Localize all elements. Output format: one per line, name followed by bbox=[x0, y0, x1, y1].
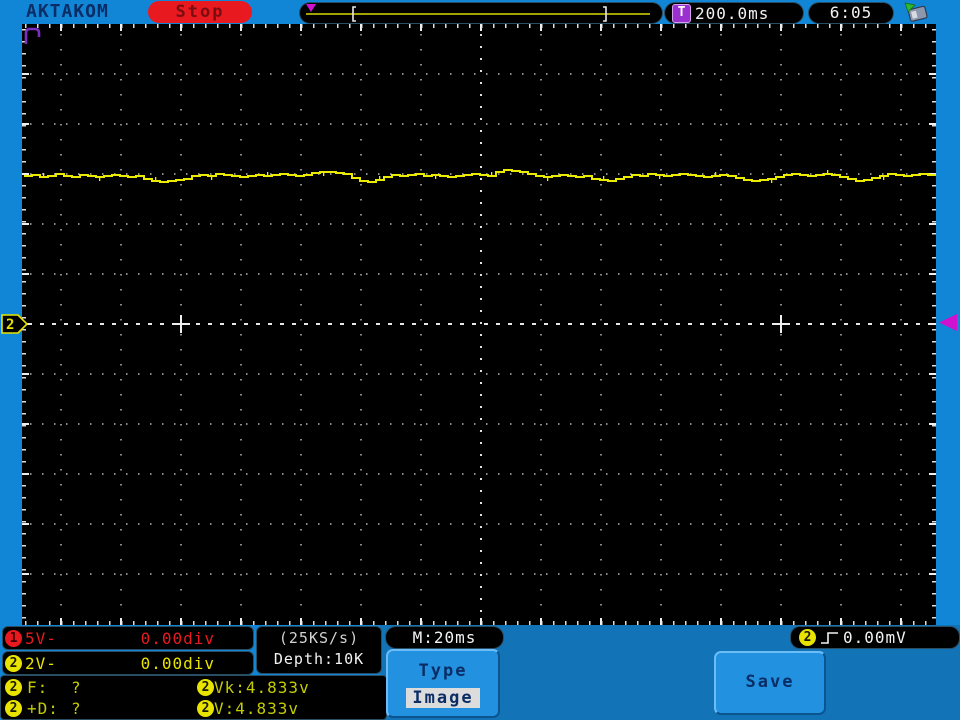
measurement-channel-badge: 2 bbox=[197, 678, 214, 696]
record-depth: Depth:10K bbox=[273, 650, 365, 668]
measurement-row: 2 +D: ? 2 V:4.833v bbox=[1, 698, 386, 718]
channel2-position-marker: 2 bbox=[1, 314, 29, 334]
channel1-badge: 1 bbox=[5, 629, 22, 647]
type-softkey-button[interactable]: Type Image bbox=[386, 649, 500, 718]
measurement-vk: Vk:4.833v bbox=[214, 677, 310, 697]
measurement-label-f: F: bbox=[27, 677, 49, 697]
type-softkey-label: Type bbox=[418, 661, 468, 681]
brand-logo: AKTAKOM bbox=[26, 1, 109, 22]
save-softkey-button[interactable]: Save bbox=[714, 651, 826, 715]
channel2-badge: 2 bbox=[5, 654, 22, 672]
timebase-readout: M:20ms bbox=[385, 626, 504, 649]
waveform-display-area bbox=[22, 24, 941, 625]
measurement-channel-badge: 2 bbox=[5, 699, 22, 717]
trigger-level-value: 0.00mV bbox=[843, 628, 907, 647]
acquisition-info-block: (25KS/s) Depth:10K bbox=[256, 626, 382, 674]
trigger-delay-value: 200.0ms bbox=[695, 3, 770, 23]
measurement-value-f: ? bbox=[71, 677, 82, 697]
trigger-delay-readout: T 200.0ms bbox=[664, 2, 804, 24]
trigger-level-marker bbox=[939, 314, 957, 331]
channel1-scale: 5V- bbox=[25, 628, 57, 648]
type-softkey-selected-value: Image bbox=[406, 688, 480, 708]
trigger-icon: T bbox=[672, 3, 691, 23]
trigger-position-icon bbox=[306, 4, 316, 12]
channel2-marker-label: 2 bbox=[6, 317, 14, 333]
channel1-status-row: 1 5V- 0.00div bbox=[2, 626, 254, 650]
measurement-row: 2 F: ? 2 Vk:4.833v bbox=[1, 677, 386, 697]
measurement-v: V:4.833v bbox=[214, 698, 300, 718]
record-position-graphic bbox=[306, 4, 650, 22]
record-position-bar bbox=[299, 2, 663, 24]
acquisition-state-badge: Stop bbox=[148, 1, 252, 23]
channel2-status-row: 2 2V- 0.00div bbox=[2, 651, 254, 675]
trigger-source-badge: 2 bbox=[799, 629, 816, 646]
sample-rate: (25KS/s) bbox=[278, 629, 360, 647]
channel1-offset: 0.00div bbox=[140, 628, 215, 648]
measurement-channel-badge: 2 bbox=[5, 678, 22, 696]
channel2-scale: 2V- bbox=[25, 653, 57, 673]
usb-storage-icon bbox=[904, 2, 928, 22]
measurement-label-d: +D: bbox=[27, 698, 59, 718]
trigger-level-readout: 2 0.00mV bbox=[790, 626, 960, 649]
measurement-channel-badge: 2 bbox=[197, 699, 214, 717]
graticule-and-trace bbox=[22, 24, 941, 625]
rising-edge-icon bbox=[821, 631, 838, 644]
measurement-value-d: ? bbox=[71, 698, 82, 718]
measurements-block: 2 F: ? 2 Vk:4.833v 2 +D: ? 2 V:4.833v bbox=[0, 675, 387, 720]
clock: 6:05 bbox=[808, 2, 894, 24]
channel2-offset: 0.00div bbox=[140, 653, 215, 673]
